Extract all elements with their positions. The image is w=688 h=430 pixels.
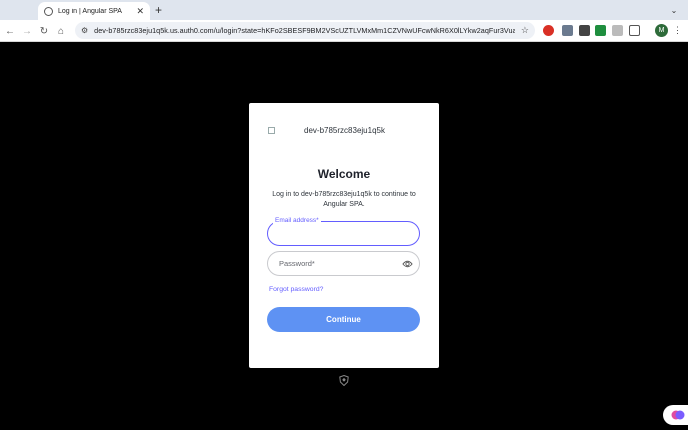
brain-icon bbox=[671, 410, 685, 420]
email-label: Email address* bbox=[273, 216, 321, 226]
new-tab-button[interactable]: + bbox=[155, 3, 162, 17]
extension-check-icon[interactable] bbox=[595, 25, 606, 36]
site-settings-icon[interactable]: ⚙ bbox=[81, 26, 88, 35]
address-bar[interactable]: ⚙ dev-b785rzc83eju1q5k.us.auth0.com/u/lo… bbox=[75, 22, 535, 39]
chevron-down-icon[interactable]: ⌄ bbox=[666, 2, 682, 18]
back-icon[interactable]: ← bbox=[2, 23, 18, 39]
email-field[interactable]: Email address* bbox=[267, 216, 420, 246]
home-icon[interactable]: ⌂ bbox=[53, 23, 69, 39]
continue-button[interactable]: Continue bbox=[267, 307, 420, 332]
extension-translate-icon[interactable] bbox=[562, 25, 573, 36]
globe-icon bbox=[44, 6, 53, 16]
extensions-puzzle-icon[interactable] bbox=[629, 25, 640, 36]
logo-alt-text: dev-b785rzc83eju1q5k bbox=[304, 125, 385, 135]
extension-doc-icon[interactable] bbox=[612, 25, 623, 36]
forward-icon[interactable]: → bbox=[19, 23, 35, 39]
reload-icon[interactable]: ↻ bbox=[36, 23, 52, 39]
url-text: dev-b785rzc83eju1q5k.us.auth0.com/u/logi… bbox=[94, 26, 515, 35]
close-icon[interactable]: ✕ bbox=[136, 6, 144, 16]
tab-title: Log in | Angular SPA bbox=[58, 7, 122, 15]
extension-red-icon[interactable] bbox=[543, 25, 554, 36]
profile-avatar[interactable]: M bbox=[655, 24, 668, 37]
password-placeholder: Password* bbox=[279, 259, 315, 268]
auth0-shield-icon bbox=[339, 375, 349, 386]
broken-image-icon bbox=[268, 126, 275, 134]
bookmark-star-icon[interactable]: ☆ bbox=[521, 25, 529, 36]
login-description: Log in to dev-b785rzc83eju1q5k to contin… bbox=[272, 191, 416, 208]
floating-assistant-button[interactable] bbox=[663, 405, 688, 425]
browser-tab-bar: Log in | Angular SPA ✕ + ⌄ bbox=[0, 0, 688, 20]
forgot-password-link[interactable]: Forgot password? bbox=[269, 286, 323, 293]
browser-tab[interactable]: Log in | Angular SPA ✕ bbox=[38, 2, 150, 20]
eye-icon[interactable] bbox=[402, 259, 413, 269]
login-card: dev-b785rzc83eju1q5k Welcome Log in to d… bbox=[249, 103, 439, 368]
page-title: Welcome bbox=[317, 167, 371, 181]
password-field[interactable]: Password* bbox=[267, 251, 420, 276]
tenant-logo: dev-b785rzc83eju1q5k bbox=[268, 123, 420, 137]
browser-toolbar: ← → ↻ ⌂ ⚙ dev-b785rzc83eju1q5k.us.auth0.… bbox=[0, 20, 688, 42]
extension-grid-icon[interactable] bbox=[579, 25, 590, 36]
menu-kebab-icon[interactable]: ⋮ bbox=[673, 24, 682, 37]
